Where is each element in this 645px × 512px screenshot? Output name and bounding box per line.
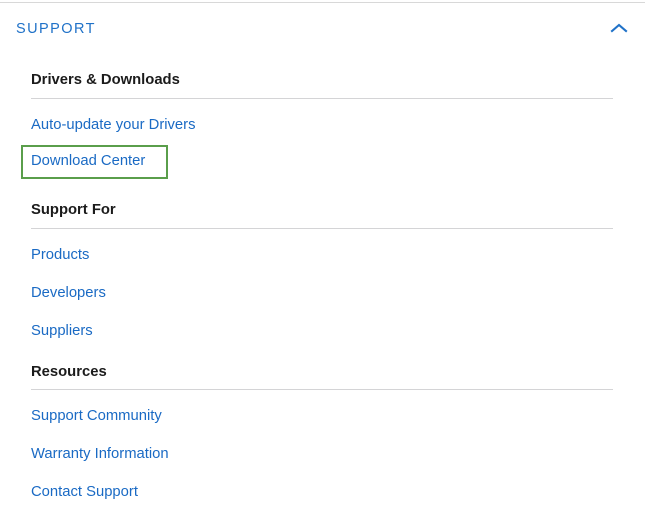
list-item[interactable]: Download Center [0,144,645,189]
link-warranty-information[interactable]: Warranty Information [31,446,169,464]
group-link-list: Auto-update your Drivers Download Center [0,107,645,189]
group-title: Resources [31,363,107,380]
group-divider [31,389,613,391]
group-drivers-and-downloads: Drivers & Downloads Auto-update your Dri… [0,73,645,189]
support-section-header[interactable]: SUPPORT [0,3,645,53]
group-support-for: Support For Products Developers Supplier… [0,201,645,351]
list-item[interactable]: Products [0,237,645,275]
support-menu-panel: SUPPORT Drivers & Downloads Auto-update … [0,3,645,512]
link-auto-update-your-drivers[interactable]: Auto-update your Drivers [31,117,196,135]
list-item[interactable]: Support Community [0,398,645,436]
list-item[interactable]: Warranty Information [0,436,645,474]
link-download-center[interactable]: Download Center [31,153,145,171]
chevron-up-icon[interactable] [608,21,630,35]
group-link-list: Products Developers Suppliers [0,237,645,351]
link-contact-support[interactable]: Contact Support [31,484,138,502]
link-support-community[interactable]: Support Community [31,408,162,426]
group-divider [31,227,613,229]
support-section-title: SUPPORT [16,21,96,37]
group-resources: Resources Support Community Warranty Inf… [0,363,645,512]
link-developers[interactable]: Developers [31,285,106,303]
list-item[interactable]: Contact Support [0,474,645,512]
link-products[interactable]: Products [31,247,89,265]
list-item[interactable]: Developers [0,275,645,313]
group-title: Support For [31,201,116,218]
list-item[interactable]: Auto-update your Drivers [0,107,645,145]
group-divider [31,97,613,99]
group-title: Drivers & Downloads [31,72,180,88]
link-suppliers[interactable]: Suppliers [31,323,93,341]
group-link-list: Support Community Warranty Information C… [0,398,645,512]
list-item[interactable]: Suppliers [0,313,645,351]
